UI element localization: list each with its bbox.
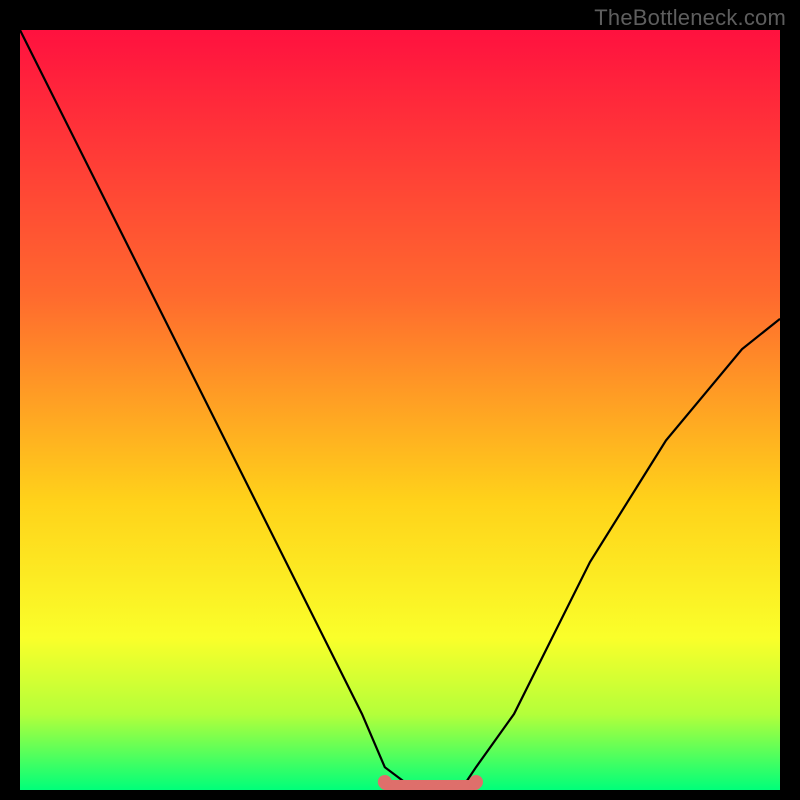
watermark-text: TheBottleneck.com xyxy=(594,5,786,31)
bottleneck-chart xyxy=(20,30,780,790)
marker-dot xyxy=(469,775,483,789)
marker-dot xyxy=(378,775,392,789)
chart-frame xyxy=(20,30,780,790)
heatmap-background xyxy=(20,30,780,790)
